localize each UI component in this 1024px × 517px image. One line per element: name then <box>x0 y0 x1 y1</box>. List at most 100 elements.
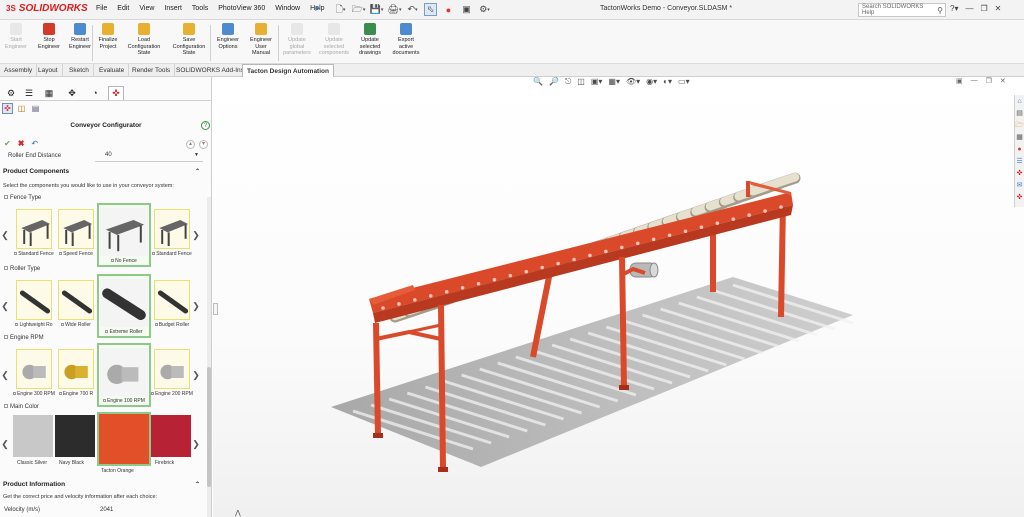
component-option[interactable]: Lightweight Ro <box>13 277 55 337</box>
dimxpert-tab-icon[interactable]: ✥ <box>64 86 80 100</box>
pin-icon[interactable]: ➤ <box>314 4 321 13</box>
update-drawings-button[interactable]: Update selected drawings <box>355 23 385 57</box>
tab-layout[interactable]: Layout <box>34 64 63 77</box>
component-option[interactable]: Engine 300 RPM <box>13 346 55 406</box>
update-global-button[interactable]: Update global parameters <box>283 23 311 57</box>
collapse-up-icon[interactable]: ▴ <box>186 140 195 149</box>
undo-arrow-icon[interactable]: ↶ <box>31 139 38 148</box>
command-label: Restart Engineer <box>68 37 92 50</box>
rail-hole <box>556 261 560 266</box>
tab-sketch[interactable]: Sketch <box>65 64 94 77</box>
color-option[interactable] <box>151 415 191 457</box>
search-help-field[interactable]: Search SOLIDWORKS Help ⚲ <box>858 3 946 17</box>
carousel-left-arrow-icon[interactable]: ❮ <box>1 228 9 242</box>
menu-view[interactable]: View <box>139 5 154 12</box>
menu-insert[interactable]: Insert <box>164 5 182 12</box>
component-option[interactable]: Engine 200 RPM <box>151 346 193 406</box>
start-engineer-button[interactable]: Start Engineer <box>2 23 30 50</box>
bom-view-icon[interactable]: ◫ <box>16 103 27 114</box>
color-option[interactable] <box>97 412 151 466</box>
options-gear-icon[interactable]: ⚙ ▾ <box>478 3 491 16</box>
component-option[interactable]: No Fence <box>97 203 151 267</box>
file-properties-icon[interactable]: ▣ <box>460 3 473 16</box>
display-manager-tab-icon[interactable]: ◔ <box>87 86 103 100</box>
load-configuration-button[interactable]: Load Configuration State <box>124 23 164 57</box>
ok-check-icon[interactable]: ✔ <box>4 139 11 148</box>
component-option-label: Engine 200 RPM <box>151 391 193 397</box>
document-view-icon[interactable]: ▤ <box>30 103 41 114</box>
solidworks-logo[interactable]: 3S SOLIDWORKS <box>6 3 88 14</box>
tacton-tab-icon[interactable]: ✜ <box>108 86 124 100</box>
traffic-light-icon[interactable]: ● <box>442 3 455 16</box>
menu-file[interactable]: File <box>96 5 107 12</box>
toolbar-separator <box>92 25 93 61</box>
component-option[interactable]: Standard Fence <box>13 206 55 266</box>
feature-manager-tab-icon[interactable]: ⚙ <box>3 86 19 100</box>
minimize-icon[interactable]: — <box>965 4 973 13</box>
configuration-manager-tab-icon[interactable]: ▦ <box>41 86 57 100</box>
color-option[interactable] <box>13 415 53 457</box>
tab-evaluate[interactable]: Evaluate <box>95 64 130 77</box>
open-folder-icon[interactable]: 🗁 ▾ <box>352 3 366 16</box>
menu-edit[interactable]: Edit <box>117 5 129 12</box>
search-icon[interactable]: ⚲ <box>937 6 943 15</box>
carousel-right-arrow-icon[interactable]: ❯ <box>192 228 200 242</box>
user-manual-button[interactable]: Engineer User Manual <box>246 23 276 57</box>
group-label-text: Fence Type <box>10 195 42 201</box>
product-information-header[interactable]: Product Information ⌃ <box>0 481 206 491</box>
carousel-left-arrow-icon[interactable]: ❮ <box>1 368 9 382</box>
engineer-options-button[interactable]: Engineer Options <box>215 23 241 50</box>
carousel-right-arrow-icon[interactable]: ❯ <box>192 299 200 313</box>
export-documents-button[interactable]: Export active documents <box>392 23 420 57</box>
print-icon[interactable]: 🖨 ▾ <box>388 3 402 16</box>
configurator-help-icon[interactable]: ? <box>201 121 210 130</box>
carousel-right-arrow-icon[interactable]: ❯ <box>192 368 200 382</box>
configurator-view-icon[interactable]: ✜ <box>2 103 13 114</box>
finalize-project-button[interactable]: Finalize Project <box>97 23 119 50</box>
close-icon[interactable]: ✕ <box>995 4 1002 13</box>
cancel-x-icon[interactable]: ✖ <box>18 139 25 148</box>
expand-down-icon[interactable]: ▾ <box>199 140 208 149</box>
restart-engineer-button[interactable]: Restart Engineer <box>66 23 94 50</box>
save-configuration-button[interactable]: Save Configuration State <box>169 23 209 57</box>
panel-scrollbar[interactable] <box>207 197 211 517</box>
collapse-box-icon[interactable] <box>4 404 8 409</box>
component-option[interactable]: Speed Fence <box>55 206 97 266</box>
component-option[interactable]: Engine 100 RPM <box>97 343 151 407</box>
new-document-icon[interactable]: 🗋 ▾ <box>334 3 347 16</box>
update-components-button[interactable]: Update selected components <box>319 23 349 57</box>
collapse-box-icon[interactable] <box>4 266 8 271</box>
restore-icon[interactable]: ❐ <box>980 4 987 13</box>
undo-icon[interactable]: ↶ ▾ <box>406 3 419 16</box>
roller-end-distance-select[interactable]: 40 ▼ <box>95 152 203 162</box>
component-option[interactable]: Wide Roller <box>55 277 97 337</box>
product-components-header[interactable]: Product Components ⌃ <box>0 168 206 178</box>
conveyor-model[interactable] <box>213 77 1024 517</box>
rail-hole <box>779 205 783 209</box>
tab-tacton-design-automation[interactable]: Tacton Design Automation <box>242 64 334 77</box>
tab-render-tools[interactable]: Render Tools <box>128 64 176 77</box>
component-option[interactable]: Budget Roller <box>151 277 193 337</box>
stop-engineer-button[interactable]: Stop Engineer <box>35 23 63 50</box>
component-option[interactable]: Extreme Roller <box>97 274 151 338</box>
menu-tools[interactable]: Tools <box>192 5 208 12</box>
carousel-left-arrow-icon[interactable]: ❮ <box>1 437 9 451</box>
tab-assembly[interactable]: Assembly <box>0 64 38 77</box>
tab-solidworks-add-ins[interactable]: SOLIDWORKS Add-Ins <box>172 64 249 77</box>
save-icon[interactable]: 💾 ▾ <box>370 3 384 16</box>
collapse-box-icon[interactable] <box>4 195 8 200</box>
select-cursor-icon[interactable]: ⬁ <box>424 3 437 16</box>
help-icon[interactable]: ?▾ <box>950 4 958 13</box>
component-option[interactable]: Engine 700 R <box>55 346 97 406</box>
collapse-box-icon[interactable] <box>4 335 8 340</box>
engine-motor-cap <box>649 262 659 278</box>
carousel-left-arrow-icon[interactable]: ❮ <box>1 299 9 313</box>
menu-window[interactable]: Window <box>275 5 300 12</box>
graphics-area[interactable]: 🔍 🔎 ⎋ ◫ ▣▾ ▦▾ 👁▾ ◉▾ ◐▾ ▭▾ ▣ — ❐ ✕ ⌂ ▤ 🗁 … <box>213 77 1024 517</box>
scrollbar-thumb[interactable] <box>207 367 211 487</box>
property-manager-tab-icon[interactable]: ☰ <box>21 86 37 100</box>
carousel-right-arrow-icon[interactable]: ❯ <box>192 437 200 451</box>
color-option[interactable] <box>55 415 95 457</box>
component-option[interactable]: Standard Fence <box>151 206 193 266</box>
menu-photoview[interactable]: PhotoView 360 <box>218 5 265 12</box>
